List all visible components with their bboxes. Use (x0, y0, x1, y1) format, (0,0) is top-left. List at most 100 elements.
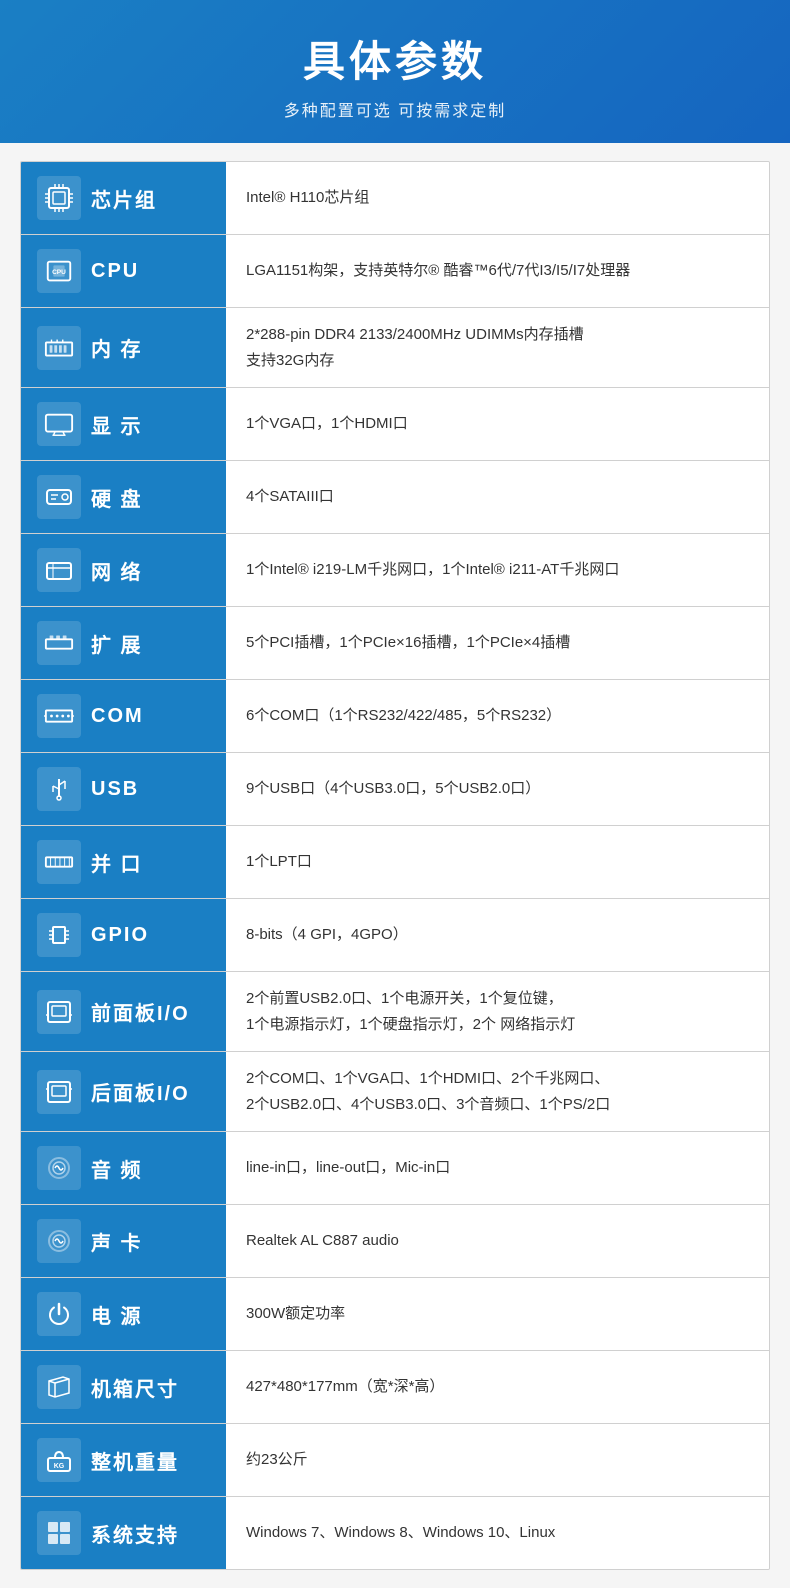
label-memory: 内 存 (21, 308, 226, 387)
os-icon (37, 1511, 81, 1555)
value-weight: 约23公斤 (226, 1424, 769, 1496)
label-chipset: 芯片组 (21, 162, 226, 234)
value-cpu: LGA1151构架，支持英特尔® 酷睿™6代/7代I3/I5/I7处理器 (226, 235, 769, 307)
row-network: 网 络 1个Intel® i219-LM千兆网口，1个Intel® i211-A… (21, 534, 769, 607)
label-text-dimensions: 机箱尺寸 (91, 1373, 179, 1402)
row-usb: USB 9个USB口（4个USB3.0口，5个USB2.0口） (21, 753, 769, 826)
label-power: 电 源 (21, 1278, 226, 1350)
header: 具体参数 多种配置可选 可按需求定制 (0, 0, 790, 143)
value-gpio: 8-bits（4 GPI，4GPO） (226, 899, 769, 971)
label-text-display: 显 示 (91, 410, 143, 439)
label-os: 系统支持 (21, 1497, 226, 1569)
rear-io-icon (37, 1070, 81, 1114)
label-text-cpu: CPU (91, 260, 139, 283)
label-text-audio: 音 频 (91, 1154, 143, 1183)
cpu-icon: CPU (37, 249, 81, 293)
label-parallel: 并 口 (21, 826, 226, 898)
label-text-rear-io: 后面板I/O (91, 1077, 190, 1106)
header-title: 具体参数 (20, 28, 770, 89)
row-display: 显 示 1个VGA口，1个HDMI口 (21, 388, 769, 461)
hdd-icon (37, 475, 81, 519)
network-icon (37, 548, 81, 592)
row-weight: KG 整机重量 约23公斤 (21, 1424, 769, 1497)
label-com: COM (21, 680, 226, 752)
label-text-memory: 内 存 (91, 333, 143, 362)
value-chipset: Intel® H110芯片组 (226, 162, 769, 234)
label-cpu: CPU CPU (21, 235, 226, 307)
label-text-power: 电 源 (91, 1300, 143, 1329)
value-front-io: 2个前置USB2.0口、1个电源开关，1个复位键，1个电源指示灯，1个硬盘指示灯… (226, 972, 769, 1051)
row-parallel: 并 口 1个LPT口 (21, 826, 769, 899)
row-expansion: 扩 展 5个PCI插槽，1个PCIe×16插槽，1个PCIe×4插槽 (21, 607, 769, 680)
label-gpio: GPIO (21, 899, 226, 971)
value-usb: 9个USB口（4个USB3.0口，5个USB2.0口） (226, 753, 769, 825)
label-text-soundcard: 声 卡 (91, 1227, 143, 1256)
usb-icon (37, 767, 81, 811)
soundcard-icon (37, 1219, 81, 1263)
row-audio: 音 频 line-in口，line-out口，Mic-in口 (21, 1132, 769, 1205)
label-weight: KG 整机重量 (21, 1424, 226, 1496)
label-text-network: 网 络 (91, 556, 143, 585)
front-io-icon (37, 990, 81, 1034)
label-text-usb: USB (91, 778, 139, 801)
svg-text:KG: KG (54, 1463, 65, 1470)
label-text-hdd: 硬 盘 (91, 483, 143, 512)
label-front-io: 前面板I/O (21, 972, 226, 1051)
label-expansion: 扩 展 (21, 607, 226, 679)
label-rear-io: 后面板I/O (21, 1052, 226, 1131)
value-display: 1个VGA口，1个HDMI口 (226, 388, 769, 460)
row-chipset: 芯片组 Intel® H110芯片组 (21, 162, 769, 235)
label-text-os: 系统支持 (91, 1519, 179, 1548)
row-power: 电 源 300W额定功率 (21, 1278, 769, 1351)
row-rear-io: 后面板I/O 2个COM口、1个VGA口、1个HDMI口、2个千兆网口、2个US… (21, 1052, 769, 1132)
value-network: 1个Intel® i219-LM千兆网口，1个Intel® i211-AT千兆网… (226, 534, 769, 606)
value-rear-io: 2个COM口、1个VGA口、1个HDMI口、2个千兆网口、2个USB2.0口、4… (226, 1052, 769, 1131)
value-audio: line-in口，line-out口，Mic-in口 (226, 1132, 769, 1204)
value-hdd: 4个SATAIII口 (226, 461, 769, 533)
value-soundcard: Realtek AL C887 audio (226, 1205, 769, 1277)
value-dimensions: 427*480*177mm（宽*深*高） (226, 1351, 769, 1423)
value-parallel: 1个LPT口 (226, 826, 769, 898)
label-text-weight: 整机重量 (91, 1446, 179, 1475)
dimensions-icon (37, 1365, 81, 1409)
audio-icon (37, 1146, 81, 1190)
svg-text:CPU: CPU (52, 269, 66, 276)
label-text-parallel: 并 口 (91, 848, 143, 877)
display-icon (37, 402, 81, 446)
label-network: 网 络 (21, 534, 226, 606)
label-text-chipset: 芯片组 (91, 184, 157, 213)
row-memory: 内 存 2*288-pin DDR4 2133/2400MHz UDIMMs内存… (21, 308, 769, 388)
header-subtitle: 多种配置可选 可按需求定制 (20, 97, 770, 121)
chipset-icon (37, 176, 81, 220)
parallel-icon (37, 840, 81, 884)
expansion-icon (37, 621, 81, 665)
label-audio: 音 频 (21, 1132, 226, 1204)
label-text-expansion: 扩 展 (91, 629, 143, 658)
label-usb: USB (21, 753, 226, 825)
com-icon (37, 694, 81, 738)
weight-icon: KG (37, 1438, 81, 1482)
value-expansion: 5个PCI插槽，1个PCIe×16插槽，1个PCIe×4插槽 (226, 607, 769, 679)
row-cpu: CPU CPU LGA1151构架，支持英特尔® 酷睿™6代/7代I3/I5/I… (21, 235, 769, 308)
row-soundcard: 声 卡 Realtek AL C887 audio (21, 1205, 769, 1278)
label-display: 显 示 (21, 388, 226, 460)
power-icon (37, 1292, 81, 1336)
label-hdd: 硬 盘 (21, 461, 226, 533)
memory-icon (37, 326, 81, 370)
row-hdd: 硬 盘 4个SATAIII口 (21, 461, 769, 534)
row-os: 系统支持 Windows 7、Windows 8、Windows 10、Linu… (21, 1497, 769, 1569)
label-dimensions: 机箱尺寸 (21, 1351, 226, 1423)
value-memory: 2*288-pin DDR4 2133/2400MHz UDIMMs内存插槽支持… (226, 308, 769, 387)
label-text-com: COM (91, 705, 144, 728)
value-os: Windows 7、Windows 8、Windows 10、Linux (226, 1497, 769, 1569)
value-com: 6个COM口（1个RS232/422/485，5个RS232） (226, 680, 769, 752)
value-power: 300W额定功率 (226, 1278, 769, 1350)
label-text-front-io: 前面板I/O (91, 997, 190, 1026)
row-com: COM 6个COM口（1个RS232/422/485，5个RS232） (21, 680, 769, 753)
row-gpio: GPIO 8-bits（4 GPI，4GPO） (21, 899, 769, 972)
spec-table: 芯片组 Intel® H110芯片组 CPU CPU LGA1151构架，支持英… (20, 161, 770, 1570)
row-front-io: 前面板I/O 2个前置USB2.0口、1个电源开关，1个复位键，1个电源指示灯，… (21, 972, 769, 1052)
label-soundcard: 声 卡 (21, 1205, 226, 1277)
gpio-icon (37, 913, 81, 957)
row-dimensions: 机箱尺寸 427*480*177mm（宽*深*高） (21, 1351, 769, 1424)
